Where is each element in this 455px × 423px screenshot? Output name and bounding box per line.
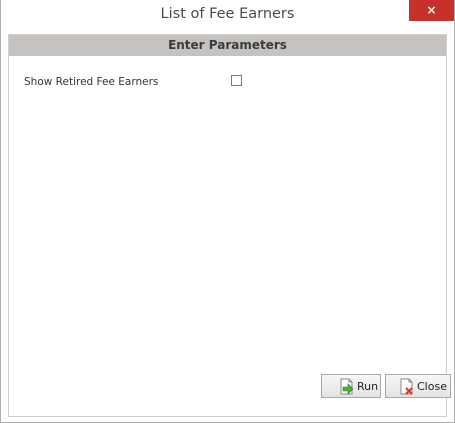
title-bar[interactable]: List of Fee Earners ×: [1, 0, 454, 34]
run-button[interactable]: Run: [321, 374, 381, 398]
window-title: List of Fee Earners: [160, 6, 295, 22]
close-doc-icon: [400, 378, 413, 395]
show-retired-checkbox[interactable]: [231, 75, 242, 86]
run-label: Run: [357, 379, 379, 393]
show-retired-label: Show Retired Fee Earners: [24, 76, 159, 88]
run-icon: [340, 378, 354, 395]
close-button[interactable]: Close: [385, 374, 451, 398]
close-label: Close: [417, 379, 447, 393]
section-header: Enter Parameters: [9, 35, 446, 56]
parameters-panel: Enter Parameters Show Retired Fee Earner…: [8, 34, 451, 417]
dialog-window: List of Fee Earners × Enter Parameters S…: [0, 0, 455, 423]
window-close-button[interactable]: ×: [409, 0, 454, 21]
